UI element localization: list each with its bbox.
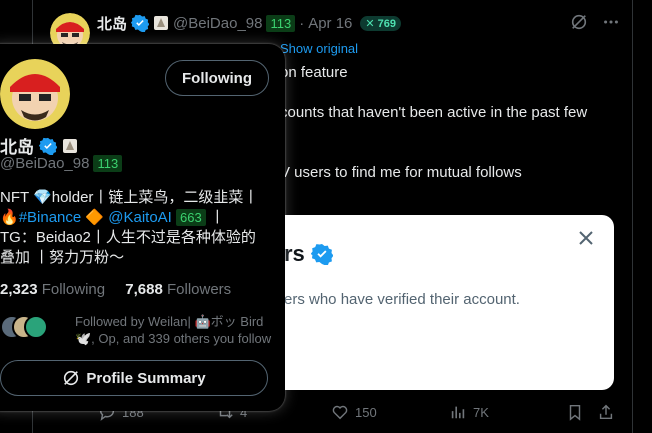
kaito-mention-link[interactable]: @KaitoAI [108,209,172,226]
verified-badge-icon [310,244,333,265]
dot-separator: · [299,14,305,32]
timeline-border-right [632,0,633,433]
binance-emoji: 🔶 [81,209,109,226]
verified-badge-icon [39,137,57,155]
bookmark-button[interactable] [566,403,584,421]
tweet-text-line-3: V users to find me for mutual follows [280,164,522,181]
profile-summary-button[interactable]: Profile Summary [0,360,268,396]
like-button[interactable]: 150 [331,403,377,421]
follower-avatar-3 [24,315,48,339]
level-badge: 113 [93,155,123,172]
fire-emoji: 🔥 [0,209,19,226]
followers-count[interactable]: 7,688 [125,281,163,298]
show-original-link[interactable]: Show original [280,41,358,56]
profile-emoji-icon [63,138,77,153]
share-button[interactable] [597,403,615,421]
tweet-text-line-2: counts that haven't been active in the p… [280,104,588,121]
views-button[interactable]: 7K [449,403,489,421]
tweet-author-name[interactable]: 北岛 [97,13,127,34]
kaito-level-badge: 663 [176,209,206,226]
profile-stats: 2,323 Following 7,688 Followers [0,281,247,298]
profile-summary-label: Profile Summary [86,369,206,387]
profile-handle[interactable]: @BeiDao_98 [0,155,89,172]
following-button[interactable]: Following [165,60,269,96]
bio-line-2: 🔥#Binance 🔶 @KaitoAI 663 丨 [0,208,272,228]
close-icon[interactable] [577,229,595,247]
following-label[interactable]: Following [42,281,105,298]
profile-avatar[interactable] [0,59,70,129]
binance-hashtag-link[interactable]: #Binance [19,209,82,226]
bio-line-2-end: 丨 [205,209,225,226]
like-count: 150 [355,404,377,420]
heart-icon [332,405,348,420]
bio-line-1: NFT 💎holder丨链上菜鸟，二级韭菜丨 [0,189,259,206]
views-chart-icon [451,406,465,419]
profile-bio: NFT 💎holder丨链上菜鸟，二级韭菜丨 🔥#Binance 🔶 @Kait… [0,188,272,268]
more-options-icon[interactable] [602,13,620,31]
bio-line-4: 叠加 丨努力万粉～ [0,249,125,266]
card-title: rs [284,241,333,267]
tweet-author-handle[interactable]: @BeiDao_98 [173,15,262,32]
card-title-text: rs [284,241,305,266]
followers-label[interactable]: Followers [167,281,231,298]
followed-by-section[interactable]: Followed by Weilan| 🤖ボッ Bird 🕊️, Op, and… [0,313,272,346]
level-badge: 113 [266,14,296,32]
profile-emoji-icon [154,16,169,30]
bookmark-icon [569,404,581,421]
page: 北岛 @BeiDao_98 113 · Apr 16 ✕ 769 Show or… [0,0,652,433]
grok-icon [64,370,79,386]
bio-line-3: TG：Beidao2丨人生不过是各种体验的 [0,229,256,246]
tweet-date[interactable]: Apr 16 [308,15,352,32]
share-icon [599,404,613,420]
profile-hover-card: Following 北岛 @BeiDao_98 113 NFT 💎holder丨… [0,44,285,411]
following-count[interactable]: 2,323 [0,281,38,298]
tweet-header: 北岛 @BeiDao_98 113 · Apr 16 ✕ 769 [97,13,402,34]
verified-badge-icon [131,14,150,32]
view-count: 7K [473,404,489,420]
tweet-text-line-1: on feature [280,64,348,81]
profile-handle-row: @BeiDao_98 113 [0,155,123,172]
card-text: ers who have verified their account. [284,291,520,308]
x-score-badge: ✕ 769 [360,15,402,31]
tweet-toolbar [570,13,620,31]
followed-by-text: Followed by Weilan| 🤖ボッ Bird 🕊️, Op, and… [75,314,272,346]
grok-icon[interactable] [570,13,588,31]
